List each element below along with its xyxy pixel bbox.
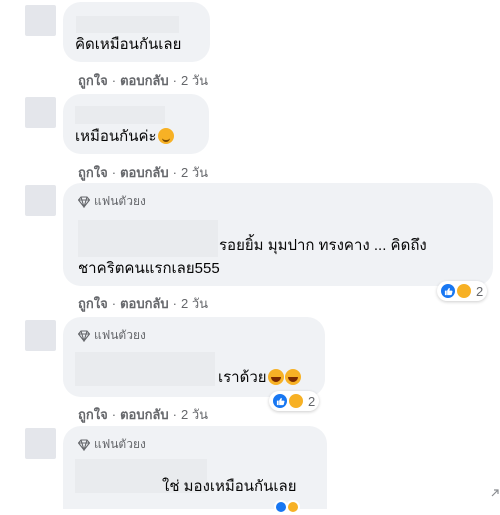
separator: ·	[111, 73, 117, 88]
comment-bubble: เหมือนกันค่ะ	[63, 94, 209, 154]
like-button[interactable]: ถูกใจ	[78, 162, 108, 183]
laughing-face-icon	[284, 369, 301, 385]
diamond-icon	[78, 438, 90, 451]
separator: ·	[111, 296, 117, 311]
diamond-icon	[78, 329, 90, 342]
fan-badge: แฟนตัวยง	[78, 326, 146, 345]
fan-badge-label: แฟนตัวยง	[94, 328, 146, 342]
comment-text: ใช่ มองเหมือนกันเลย	[162, 478, 297, 495]
reply-button[interactable]: ตอบกลับ	[120, 293, 169, 314]
timestamp[interactable]: 2 วัน	[181, 70, 208, 91]
reply-button[interactable]: ตอบกลับ	[120, 404, 169, 425]
reaction-count: 2	[308, 393, 316, 409]
timestamp[interactable]: 2 วัน	[181, 404, 208, 425]
comment-actions: ถูกใจ · ตอบกลับ · 2 วัน	[78, 293, 208, 314]
comment-bubble: คิดเหมือนกันเลย	[63, 2, 210, 62]
redacted-author-name	[75, 106, 165, 124]
laughing-face-icon	[267, 369, 284, 385]
comment-actions: ถูกใจ · ตอบกลับ · 2 วัน	[78, 70, 208, 91]
redacted-author-name	[76, 16, 179, 33]
separator: ·	[172, 407, 177, 422]
smiling-face-icon	[157, 128, 174, 144]
separator: ·	[111, 165, 117, 180]
comment-text: เหมือนกันค่ะ	[75, 127, 174, 147]
corner-arrow-icon	[491, 489, 499, 497]
diamond-icon	[78, 195, 90, 208]
comment-text-content: เราด้วย	[218, 369, 267, 386]
avatar[interactable]	[25, 5, 56, 36]
separator: ·	[172, 296, 177, 311]
avatar[interactable]	[25, 97, 56, 128]
reaction-summary[interactable]: 2	[269, 391, 320, 411]
comment-text-content: เหมือนกันค่ะ	[75, 128, 157, 145]
avatar[interactable]	[25, 320, 56, 351]
reaction-summary[interactable]: 2	[437, 281, 488, 301]
like-button[interactable]: ถูกใจ	[78, 404, 108, 425]
timestamp[interactable]: 2 วัน	[181, 162, 208, 183]
fan-badge: แฟนตัวยง	[78, 192, 146, 211]
haha-reaction-icon	[286, 500, 300, 514]
comment-actions: ถูกใจ · ตอบกลับ · 2 วัน	[78, 404, 208, 425]
reply-button[interactable]: ตอบกลับ	[120, 70, 169, 91]
comment-text: คิดเหมือนกันเลย	[75, 36, 182, 53]
comment-text-line-1: รอยยิ้ม มุมปาก ทรงคาง ... คิดถึง	[219, 237, 427, 254]
like-button[interactable]: ถูกใจ	[78, 293, 108, 314]
redacted-author-name	[78, 220, 218, 257]
haha-reaction-icon	[287, 392, 305, 410]
reply-button[interactable]: ตอบกลับ	[120, 162, 169, 183]
comment-text: เราด้วย	[218, 368, 301, 388]
fan-badge: แฟนตัวยง	[78, 435, 146, 454]
fan-badge-label: แฟนตัวยง	[94, 437, 146, 451]
haha-reaction-icon	[455, 282, 473, 300]
separator: ·	[111, 407, 117, 422]
comment-actions: ถูกใจ · ตอบกลับ · 2 วัน	[78, 162, 208, 183]
avatar[interactable]	[25, 428, 56, 459]
avatar[interactable]	[25, 185, 56, 216]
comment-text-line-2: ชาคริตคนแรกเลย555	[78, 260, 220, 277]
timestamp[interactable]: 2 วัน	[181, 293, 208, 314]
fan-badge-label: แฟนตัวยง	[94, 194, 146, 208]
separator: ·	[172, 73, 177, 88]
reaction-summary[interactable]	[272, 499, 304, 515]
reaction-count: 2	[476, 283, 484, 299]
like-button[interactable]: ถูกใจ	[78, 70, 108, 91]
separator: ·	[172, 165, 177, 180]
redacted-author-name	[75, 352, 215, 386]
